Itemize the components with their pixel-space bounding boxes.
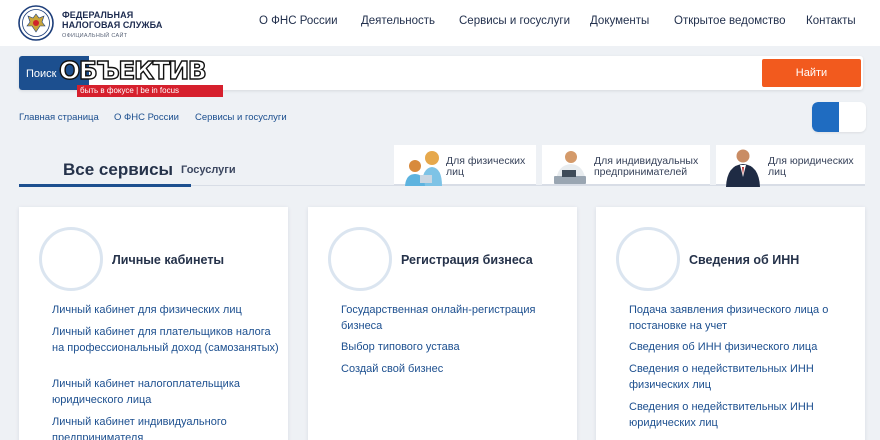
audience-entrepreneurs-label: Для индивидуальных предпринимателей [594, 155, 699, 178]
audience-legal-entities[interactable]: Для юридических лиц [716, 145, 865, 187]
card-link[interactable]: Создай свой бизнес [341, 362, 569, 378]
card-inn-info: Сведения об ИНН Подача заявления физичес… [596, 207, 865, 440]
card-icon-circle [616, 227, 680, 291]
card-link[interactable]: Личный кабинет индивидуального предприни… [52, 415, 280, 440]
entrepreneur-photo-icon [554, 151, 586, 184]
tab-all-services[interactable]: Все сервисы [63, 160, 173, 180]
search-label: Поиск [26, 68, 57, 80]
logo-subtitle: ОФИЦИАЛЬНЫЙ САЙТ [62, 33, 128, 39]
watermark-tagline: быть в фокусе | be in focus [77, 85, 223, 97]
site-header: ФЕДЕРАЛЬНАЯ НАЛОГОВАЯ СЛУЖБА ОФИЦИАЛЬНЫЙ… [0, 0, 880, 46]
card-icon-circle [39, 227, 103, 291]
audience-entrepreneurs[interactable]: Для индивидуальных предпринимателей [542, 145, 710, 186]
card-link[interactable]: Выбор типового устава [341, 340, 569, 356]
view-toggle[interactable] [812, 102, 866, 132]
tab-gosuslugi[interactable]: Госуслуги [181, 164, 236, 176]
nav-open-agency[interactable]: Открытое ведомство [674, 15, 786, 27]
card-link[interactable]: Государственная онлайн-регистрация бизне… [341, 303, 569, 334]
tab-active-indicator [19, 184, 191, 187]
businessman-photo-icon [726, 149, 760, 187]
nav-activity[interactable]: Деятельность [361, 15, 435, 27]
breadcrumb-about[interactable]: О ФНС России [114, 112, 179, 123]
card-business-registration: Регистрация бизнеса Государственная онла… [308, 207, 577, 440]
logo-title-line1: ФЕДЕРАЛЬНАЯ [62, 10, 134, 20]
card-title: Регистрация бизнеса [401, 253, 533, 267]
card-link[interactable]: Личный кабинет для физических лиц [52, 303, 280, 319]
watermark-title: ОБЪЕКТИВ [58, 55, 207, 85]
audience-legal-entities-label: Для юридических лиц [768, 155, 854, 178]
search-button[interactable]: Найти [762, 59, 861, 87]
card-title: Сведения об ИНН [689, 253, 800, 267]
fns-emblem-icon[interactable] [18, 5, 54, 41]
breadcrumb-services[interactable]: Сервисы и госуслуги [195, 112, 287, 123]
nav-documents[interactable]: Документы [590, 15, 649, 27]
card-personal-accounts: Личные кабинеты Личный кабинет для физич… [19, 207, 288, 440]
audience-individuals[interactable]: Для физических лиц [394, 145, 536, 186]
nav-about[interactable]: О ФНС России [259, 15, 338, 27]
view-toggle-active [812, 102, 839, 132]
audience-individuals-label: Для физических лиц [446, 155, 526, 178]
card-link[interactable]: Личный кабинет налогоплательщика юридиче… [52, 377, 280, 408]
card-title: Личные кабинеты [112, 253, 225, 267]
card-icon-circle [328, 227, 392, 291]
logo-title-line2: НАЛОГОВАЯ СЛУЖБА [62, 20, 163, 30]
card-link[interactable]: Сведения об ИНН физического лица [629, 340, 857, 356]
nav-contacts[interactable]: Контакты [806, 15, 856, 27]
family-photo-icon [405, 151, 442, 186]
site-logo-text[interactable]: ФЕДЕРАЛЬНАЯ НАЛОГОВАЯ СЛУЖБА ОФИЦИАЛЬНЫЙ… [62, 10, 162, 41]
card-link[interactable]: Подача заявления физического лица о пост… [629, 303, 857, 334]
breadcrumb-home[interactable]: Главная страница [19, 112, 99, 123]
watermark-logo: ОБЪЕКТИВ быть в фокусе | be in focus [57, 55, 223, 98]
card-link[interactable]: Личный кабинет для плательщиков налога н… [52, 325, 280, 356]
nav-services[interactable]: Сервисы и госуслуги [459, 15, 570, 27]
card-link[interactable]: Сведения о недействительных ИНН физическ… [629, 362, 857, 393]
card-link[interactable]: Сведения о недействительных ИНН юридичес… [629, 400, 857, 431]
